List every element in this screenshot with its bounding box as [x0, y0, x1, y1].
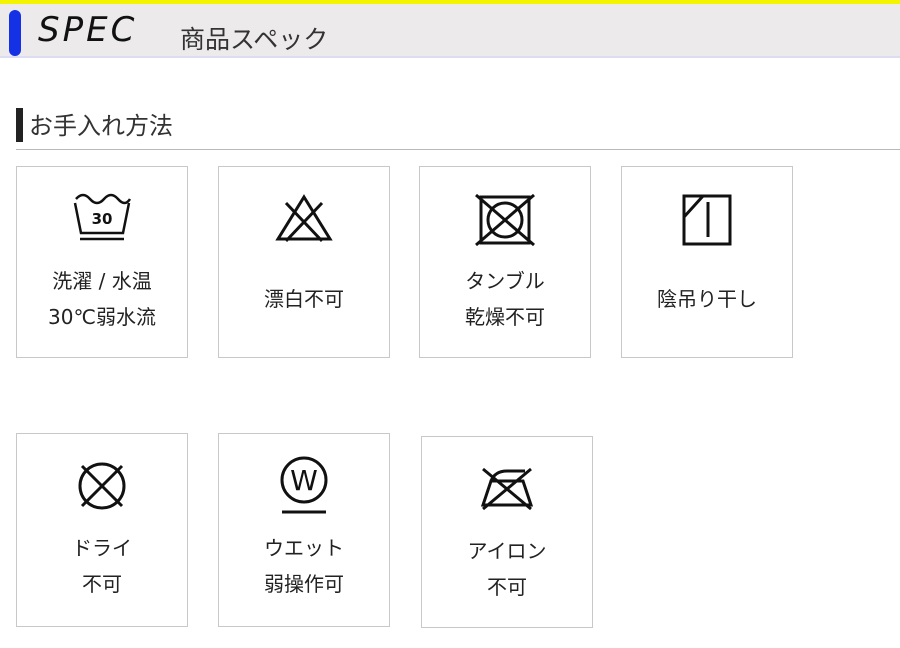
- header-subtitle: 商品スペック: [180, 25, 329, 54]
- care-label-line: 弱操作可: [264, 572, 344, 596]
- care-label: アイロン 不可: [422, 533, 592, 605]
- care-label-line: 洗濯 / 水温: [52, 269, 152, 293]
- heading-bar: [16, 108, 23, 142]
- care-label: タンブル 乾燥不可: [420, 263, 590, 335]
- care-label-line: アイロン: [467, 539, 547, 563]
- care-card-dry: 陰吊り干し: [621, 166, 793, 358]
- care-label-line: 不可: [82, 572, 122, 596]
- header-title: SPEC: [38, 10, 138, 50]
- care-card-wash: 30 洗濯 / 水温 30℃弱水流: [16, 166, 188, 358]
- care-label-line: 乾燥不可: [465, 305, 545, 329]
- care-label-line: ドライ: [72, 536, 132, 560]
- care-label-line: ウエット: [264, 536, 344, 560]
- care-label: 陰吊り干し: [622, 281, 792, 317]
- care-card-tumble: タンブル 乾燥不可: [419, 166, 591, 358]
- care-card-dryclean: ドライ 不可: [16, 433, 188, 627]
- shade-line-dry-icon: [682, 194, 732, 246]
- care-label-line: 30℃弱水流: [48, 305, 156, 329]
- care-label: ウエット 弱操作可: [219, 530, 389, 602]
- section-heading: お手入れ方法: [16, 106, 900, 150]
- care-label: 洗濯 / 水温 30℃弱水流: [17, 263, 187, 335]
- care-card-wetclean: W ウエット 弱操作可: [218, 433, 390, 627]
- wet-clean-letter: W: [290, 464, 318, 497]
- care-card-bleach: 漂白不可: [218, 166, 390, 358]
- care-label: 漂白不可: [219, 281, 389, 317]
- section-title: お手入れ方法: [29, 112, 173, 140]
- no-iron-icon: [480, 467, 534, 511]
- wet-clean-gentle-icon: W: [280, 456, 328, 514]
- spec-header: SPEC 商品スペック: [0, 0, 900, 58]
- care-label-line: タンブル: [465, 269, 545, 293]
- no-bleach-icon: [275, 194, 333, 243]
- care-label-line: 漂白不可: [264, 287, 344, 311]
- care-label-line: 不可: [487, 575, 527, 599]
- care-card-iron: アイロン 不可: [421, 436, 593, 628]
- wash-30-tub-icon: 30: [73, 193, 132, 241]
- no-tumble-dry-icon: [475, 193, 535, 247]
- no-dry-clean-icon: [78, 462, 126, 510]
- wash-temperature: 30: [92, 210, 113, 228]
- care-label: ドライ 不可: [17, 530, 187, 602]
- header-accent-pill: [9, 10, 21, 56]
- care-label-line: 陰吊り干し: [657, 287, 757, 311]
